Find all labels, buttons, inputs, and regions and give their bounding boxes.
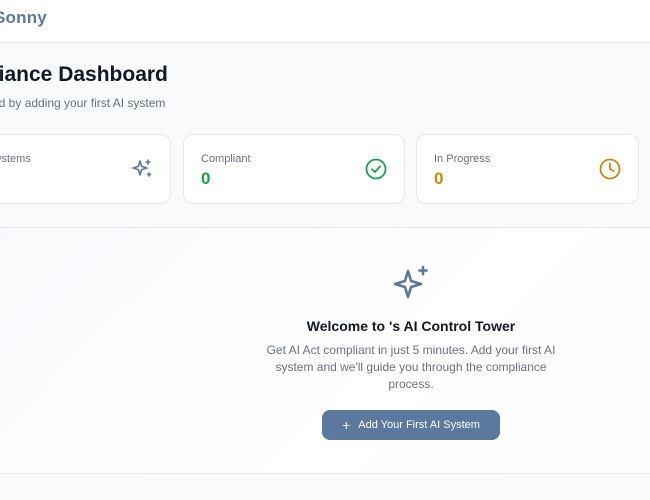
top-bar: Sonny	[0, 0, 650, 43]
stat-label: In Progress	[434, 153, 491, 165]
stat-value: 0	[201, 169, 211, 188]
welcome-title: Welcome to 's AI Control Tower	[306, 318, 516, 334]
clock-icon	[599, 158, 621, 180]
page-subtitle: ed by adding your first AI system	[0, 96, 166, 110]
stat-card-in-progress: In Progress 0	[416, 134, 639, 204]
brand-name[interactable]: Sonny	[0, 8, 47, 28]
plus-icon: +	[342, 417, 351, 433]
stat-value: 0	[434, 169, 444, 188]
button-label: Add Your First AI System	[358, 419, 480, 431]
app-window: Sonny pliance Dashboard ed by adding you…	[0, 0, 650, 500]
check-circle-icon	[365, 158, 387, 180]
sparkles-icon	[393, 265, 428, 299]
stat-card-systems: ystems	[0, 134, 171, 204]
sparkles-icon	[132, 159, 152, 177]
stat-label: Compliant	[201, 153, 251, 165]
stat-label: ystems	[0, 153, 31, 165]
add-first-ai-system-button[interactable]: + Add Your First AI System	[322, 410, 500, 440]
page-title: pliance Dashboard	[0, 63, 168, 86]
welcome-description: Get AI Act compliant in just 5 minutes. …	[266, 343, 556, 391]
stat-card-compliant: Compliant 0	[183, 134, 405, 204]
